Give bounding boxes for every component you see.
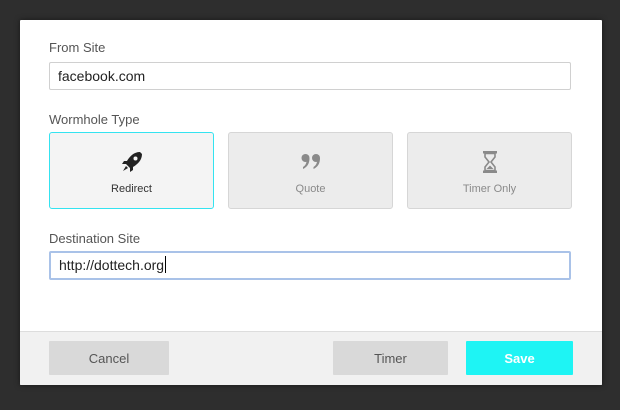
type-option-quote[interactable]: Quote [228,132,393,209]
wormhole-type-label: Wormhole Type [49,112,140,127]
destination-site-value: http://dottech.org [59,257,165,273]
from-site-input[interactable]: facebook.com [49,62,571,90]
cancel-button[interactable]: Cancel [49,341,169,375]
destination-site-label: Destination Site [49,231,141,246]
type-option-timer-only[interactable]: Timer Only [407,132,572,209]
from-site-label: From Site [49,40,106,55]
rocket-icon [50,149,213,175]
from-site-value: facebook.com [58,68,146,84]
type-label-redirect: Redirect [111,183,152,195]
text-cursor [165,256,167,273]
hourglass-icon [408,149,571,175]
timer-button[interactable]: Timer [333,341,448,375]
wormhole-dialog: From Site facebook.com Wormhole Type Red… [20,20,602,385]
type-label-quote: Quote [295,183,326,195]
quote-icon [229,149,392,175]
dialog-footer: Cancel Timer Save [20,331,602,385]
save-button[interactable]: Save [466,341,573,375]
destination-site-input[interactable]: http://dottech.org [49,251,571,280]
type-label-timer-only: Timer Only [462,183,517,195]
type-option-redirect[interactable]: Redirect [49,132,214,209]
